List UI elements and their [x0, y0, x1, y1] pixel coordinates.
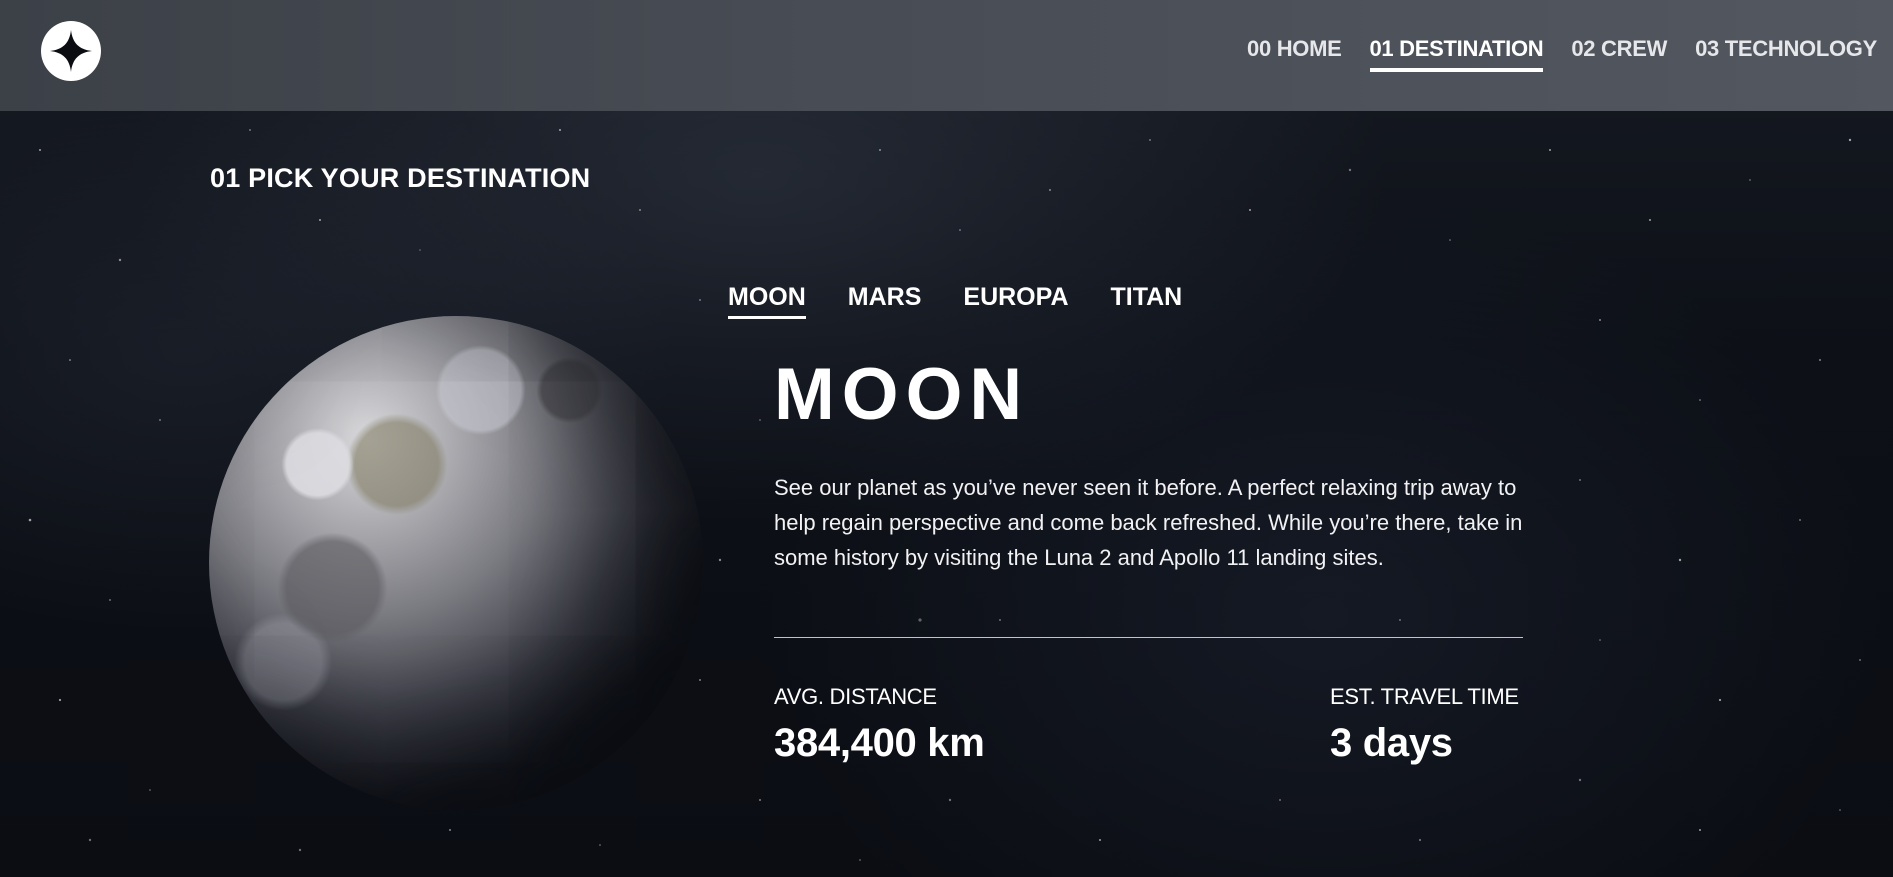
page-title: 01 PICK YOUR DESTINATION: [210, 163, 591, 193]
destination-tabs: MOON MARS EUROPA TITAN: [728, 283, 1182, 319]
avg-distance-value: 384,400 km: [774, 721, 985, 765]
travel-time-label: EST. TRAVEL TIME: [1330, 684, 1519, 709]
tab-moon[interactable]: MOON: [728, 283, 806, 319]
destination-description: See our planet as you’ve never seen it b…: [774, 475, 1523, 570]
nav-item-technology[interactable]: 03 TECHNOLOGY: [1695, 36, 1877, 72]
travel-time-value: 3 days: [1330, 721, 1453, 765]
star-logo-icon[interactable]: [41, 21, 101, 81]
avg-distance-label: AVG. DISTANCE: [774, 684, 937, 709]
tab-europa[interactable]: EUROPA: [963, 283, 1068, 319]
nav-item-destination[interactable]: 01 DESTINATION: [1369, 36, 1544, 72]
nav-item-home[interactable]: 00 HOME: [1247, 36, 1342, 72]
tab-mars[interactable]: MARS: [848, 283, 922, 319]
divider: [774, 637, 1523, 638]
destination-name: MOON: [774, 354, 1030, 435]
site-header: 00 HOME 01 DESTINATION 02 CREW 03 TECHNO…: [0, 0, 1893, 111]
destination-image: [209, 316, 703, 810]
main-nav: 00 HOME 01 DESTINATION 02 CREW 03 TECHNO…: [1247, 36, 1877, 72]
nav-item-crew[interactable]: 02 CREW: [1571, 36, 1667, 72]
tab-titan[interactable]: TITAN: [1111, 283, 1183, 319]
